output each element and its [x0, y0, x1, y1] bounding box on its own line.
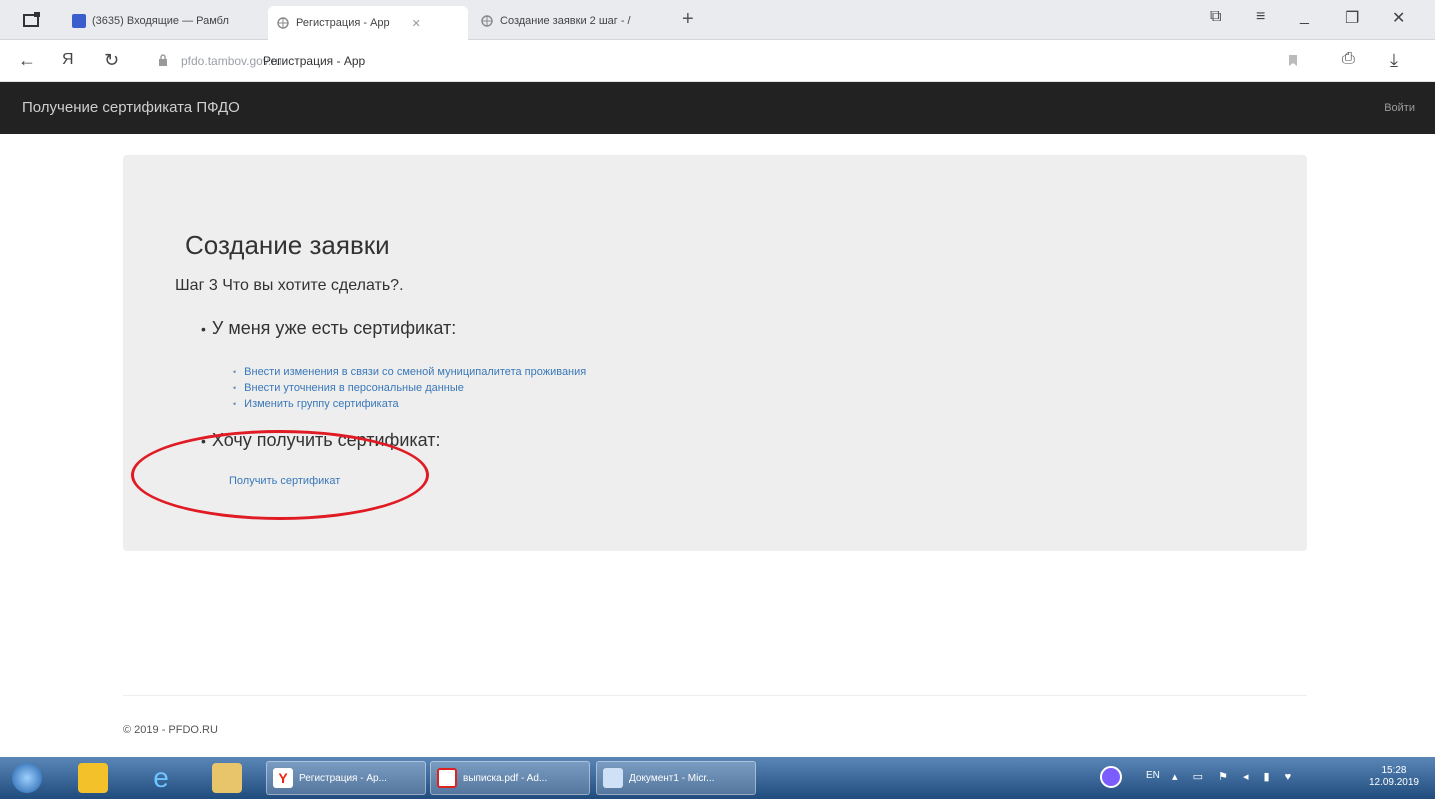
- back-arrow-icon[interactable]: ←: [18, 50, 36, 71]
- mail-favicon-icon: [72, 14, 86, 28]
- lock-icon: [159, 54, 167, 66]
- step-description: Шаг 3 Что вы хотите сделать?.: [175, 277, 404, 294]
- start-button-icon[interactable]: [12, 763, 42, 793]
- windows-taskbar: e Y Регистрация - Ap... выписка.pdf - Ad…: [0, 757, 1435, 799]
- have-certificate-options: Внести изменения в связи со сменой муниц…: [233, 364, 586, 412]
- reload-icon[interactable]: ↻: [104, 50, 119, 71]
- task-browser[interactable]: Y Регистрация - Ap...: [266, 761, 426, 795]
- voice-assistant-icon[interactable]: [1100, 766, 1122, 788]
- tab-create-request[interactable]: Создание заявки 2 шаг - /: [472, 6, 672, 36]
- minimize-icon[interactable]: _: [1300, 8, 1309, 26]
- site-navbar: Получение сертификата ПФДО Войти: [0, 82, 1435, 134]
- address-page-title[interactable]: Регистрация - App: [263, 54, 365, 68]
- pinned-app-icon[interactable]: [78, 763, 108, 793]
- page-title: Создание заявки: [185, 230, 390, 260]
- tab-label: Регистрация - App: [296, 17, 390, 29]
- tab-label: (3635) Входящие — Рамбл: [92, 15, 229, 27]
- address-bar-row: ← Я ↻ pfdo.tambov.gov.ru Регистрация - A…: [0, 40, 1435, 82]
- yandex-logo-icon[interactable]: Я: [62, 51, 74, 69]
- menu-icon[interactable]: ≡: [1256, 8, 1265, 26]
- file-explorer-icon[interactable]: [212, 763, 242, 793]
- tab-rambler-inbox[interactable]: (3635) Входящие — Рамбл: [64, 6, 264, 36]
- red-highlight-ellipse: [131, 430, 429, 520]
- clock-time: 15:28: [1381, 765, 1407, 776]
- option-change-municipality-link[interactable]: Внести изменения в связи со сменой муниц…: [233, 364, 586, 380]
- internet-explorer-icon[interactable]: e: [146, 763, 176, 793]
- option-update-personal-data-link[interactable]: Внести уточнения в персональные данные: [233, 380, 586, 396]
- option-change-group-link[interactable]: Изменить группу сертификата: [233, 396, 586, 412]
- word-document-icon: [603, 768, 623, 788]
- translate-icon[interactable]: ⎙: [1342, 50, 1355, 68]
- bullet-icon: •: [201, 320, 206, 337]
- yandex-browser-icon: Y: [273, 768, 293, 788]
- browser-tab-strip: (3635) Входящие — Рамбл Регистрация - Ap…: [0, 0, 1435, 40]
- clock-date: 12.09.2019: [1368, 777, 1419, 788]
- tab-registration-app[interactable]: Регистрация - App ✕: [268, 6, 468, 40]
- pdf-icon: [437, 768, 457, 788]
- footer-divider: [123, 695, 1307, 696]
- request-panel: Создание заявки Шаг 3 Что вы хотите сдел…: [123, 155, 1307, 551]
- have-certificate-heading: • У меня уже есть сертификат:: [201, 318, 457, 338]
- bookmark-icon[interactable]: [1288, 54, 1298, 67]
- site-brand[interactable]: Получение сертификата ПФДО: [22, 99, 240, 116]
- login-link[interactable]: Войти: [1384, 102, 1415, 114]
- task-pdf[interactable]: выписка.pdf - Ad...: [430, 761, 590, 795]
- new-tab-icon[interactable]: +: [682, 8, 694, 31]
- download-icon[interactable]: ⤓: [1390, 50, 1398, 71]
- close-window-icon[interactable]: ✕: [1392, 8, 1405, 28]
- footer-copyright: © 2019 - PFDO.RU: [123, 724, 218, 736]
- task-word[interactable]: Документ1 - Micr...: [596, 761, 756, 795]
- tab-close-icon[interactable]: ✕: [412, 17, 421, 30]
- globe-favicon-icon: [481, 15, 493, 27]
- system-tray-icons[interactable]: ▴ ▭ ⚑ ◂ ▮ ♥: [1172, 770, 1297, 783]
- language-indicator[interactable]: EN: [1146, 770, 1160, 781]
- tabs-overview-icon[interactable]: [22, 11, 42, 29]
- globe-favicon-icon: [277, 17, 289, 29]
- maximize-icon[interactable]: ❐: [1345, 8, 1359, 28]
- clock[interactable]: 15:28 12.09.2019: [1369, 765, 1419, 789]
- tab-label: Создание заявки 2 шаг - /: [500, 15, 631, 27]
- tab-switch-icon[interactable]: ⧉: [1210, 8, 1221, 26]
